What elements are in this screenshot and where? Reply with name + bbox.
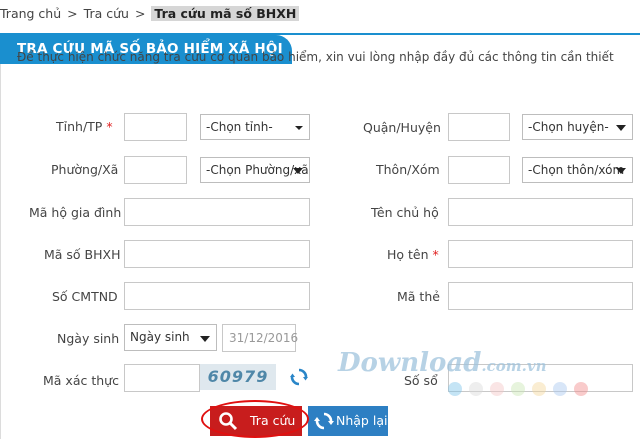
dob-label: Ngày sinh bbox=[57, 331, 120, 346]
district-select[interactable]: -Chọn huyện- bbox=[522, 114, 633, 140]
breadcrumb-current: Tra cứu mã số BHXH bbox=[151, 6, 300, 21]
reset-button-label: Nhập lại bbox=[336, 413, 388, 428]
fullname-input[interactable] bbox=[448, 240, 633, 268]
card-code-input[interactable] bbox=[448, 282, 633, 310]
breadcrumb-separator: > bbox=[134, 6, 146, 21]
village-label: Thôn/Xóm bbox=[376, 162, 440, 177]
captcha-label: Mã xác thực bbox=[43, 373, 119, 388]
refresh-icon bbox=[314, 412, 334, 430]
breadcrumb: Trang chủ > Tra cứu > Tra cứu mã số BHXH bbox=[0, 5, 300, 23]
fullname-label: Họ tên * bbox=[387, 247, 439, 262]
bhxh-code-label: Mã số BHXH bbox=[44, 247, 121, 262]
village-code-input[interactable] bbox=[448, 156, 510, 184]
household-head-label: Tên chủ hộ bbox=[371, 205, 439, 220]
required-mark: * bbox=[106, 119, 113, 134]
breadcrumb-lookup-link[interactable]: Tra cứu bbox=[84, 6, 129, 21]
ward-select[interactable]: -Chọn Phường/xã bbox=[200, 157, 310, 183]
reset-button[interactable]: Nhập lại bbox=[308, 406, 388, 436]
chevron-down-icon bbox=[295, 126, 303, 130]
ward-code-input[interactable] bbox=[124, 156, 187, 184]
card-code-label: Mã thẻ bbox=[397, 289, 440, 304]
id-number-label: Số CMTND bbox=[52, 289, 118, 304]
province-select[interactable]: -Chọn tỉnh- bbox=[200, 114, 310, 140]
household-code-label: Mã hộ gia đình bbox=[29, 205, 122, 220]
chevron-down-icon bbox=[616, 125, 626, 131]
household-head-input[interactable] bbox=[448, 198, 633, 226]
province-code-input[interactable] bbox=[124, 113, 187, 141]
highlight-circle bbox=[201, 400, 309, 438]
dob-input[interactable]: 31/12/2016 bbox=[222, 324, 298, 352]
id-number-input[interactable] bbox=[124, 282, 310, 310]
household-code-input[interactable] bbox=[124, 198, 310, 226]
breadcrumb-home-link[interactable]: Trang chủ bbox=[0, 6, 61, 21]
required-mark: * bbox=[432, 247, 439, 262]
download-watermark: Download.com.vn bbox=[338, 348, 547, 378]
captcha-input[interactable] bbox=[124, 364, 200, 392]
breadcrumb-separator: > bbox=[67, 6, 78, 21]
ward-label: Phường/Xã bbox=[51, 162, 119, 177]
captcha-image: 60979 bbox=[200, 364, 276, 390]
province-label: Tỉnh/TP * bbox=[56, 119, 113, 134]
refresh-captcha-icon[interactable] bbox=[290, 368, 308, 386]
village-select[interactable]: -Chọn thôn/xóm bbox=[522, 157, 633, 183]
district-code-input[interactable] bbox=[448, 113, 510, 141]
district-label: Quận/Huyện bbox=[363, 120, 441, 135]
chevron-down-icon bbox=[616, 168, 626, 174]
chevron-down-icon bbox=[200, 336, 210, 342]
chevron-down-icon bbox=[293, 168, 303, 174]
dob-type-select[interactable]: Ngày sinh bbox=[124, 324, 217, 351]
bhxh-code-input[interactable] bbox=[124, 240, 310, 268]
watermark-dots bbox=[448, 382, 595, 396]
intro-text: Để thực hiện chức năng tra cứu cơ quan b… bbox=[17, 50, 614, 64]
